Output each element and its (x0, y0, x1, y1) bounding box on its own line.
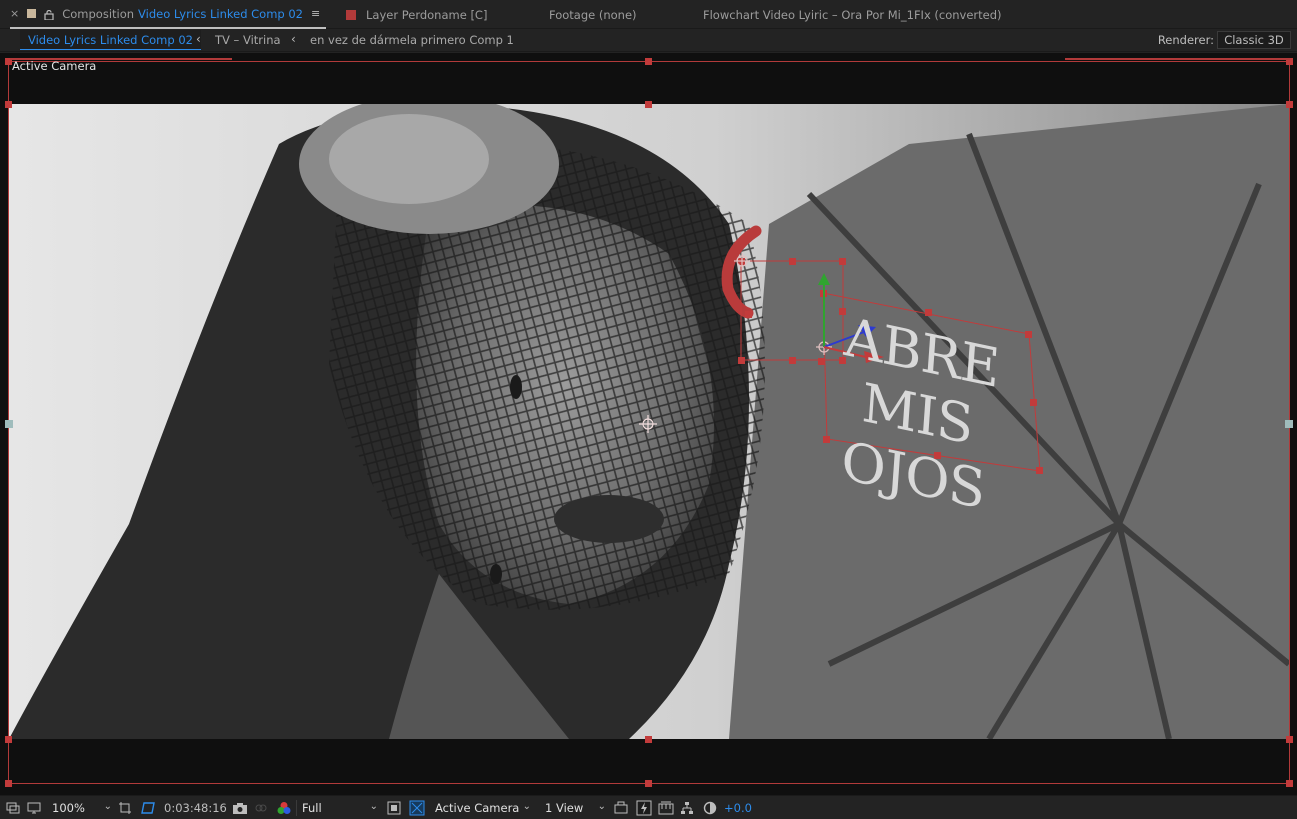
camera-view-value: Active Camera (435, 801, 520, 815)
breadcrumb-item[interactable]: en vez de dármela primero Comp 1 (310, 30, 514, 50)
shape-layer[interactable] (721, 225, 762, 319)
chevron-down-icon: ⌄ (369, 801, 378, 812)
camera-view-dropdown[interactable]: Active Camera ⌄ (431, 799, 533, 817)
resolution-value: Full (302, 801, 322, 815)
breadcrumb-item[interactable]: TV – Vitrina (215, 30, 281, 50)
always-preview-icon[interactable] (6, 798, 20, 818)
tab-composition-name: Video Lyrics Linked Comp 02 (138, 6, 303, 21)
tab-layer-label: Layer Perdoname [C] (366, 7, 488, 22)
tab-flowchart-label: Flowchart Video Lyiric – Ora Por Mi_1FIx… (703, 7, 1002, 22)
toolbar-divider (296, 800, 297, 816)
tab-footage-label: Footage (none) (549, 7, 637, 22)
view-layout-dropdown[interactable]: 1 View ⌄ (541, 799, 608, 817)
close-tab-icon[interactable]: × (10, 7, 19, 20)
layer-gizmos (10, 58, 1290, 474)
renderer-button[interactable]: Classic 3D (1217, 31, 1291, 49)
exposure-value[interactable]: +0.0 (724, 798, 752, 818)
composition-viewer[interactable]: Active Camera ABRE MIS OJOS (0, 53, 1297, 795)
view-layout-value: 1 View (545, 801, 584, 815)
flowchart-icon[interactable] (680, 798, 694, 818)
chevron-down-icon: ⌄ (522, 801, 531, 812)
breadcrumb-current[interactable]: Video Lyrics Linked Comp 02 (20, 30, 201, 50)
transparency-grid-icon[interactable] (140, 798, 156, 818)
snapshot-camera-icon[interactable] (232, 798, 248, 818)
fast-previews-icon[interactable] (387, 798, 401, 818)
tab-composition[interactable]: × Composition Video Lyrics Linked Comp 0… (10, 0, 327, 29)
toggle-pixel-aspect-icon[interactable] (614, 798, 628, 818)
composition-icon (27, 9, 37, 18)
chevron-down-icon: ⌄ (103, 801, 112, 812)
tab-flowchart[interactable]: Flowchart Video Lyiric – Ora Por Mi_1FIx… (703, 0, 1002, 29)
tab-layer[interactable]: Layer Perdoname [C] (346, 0, 487, 29)
tab-composition-prefix: Composition (62, 6, 135, 21)
y-axis-arrow-icon[interactable] (818, 273, 830, 285)
reset-exposure-icon[interactable] (703, 798, 717, 818)
tab-footage[interactable]: Footage (none) (549, 0, 637, 29)
color-channels-icon[interactable] (276, 798, 292, 818)
lock-icon[interactable] (44, 9, 54, 21)
fast-preview-mode-icon[interactable] (636, 798, 652, 818)
zoom-dropdown[interactable]: 100% ⌄ (48, 799, 114, 817)
zoom-value: 100% (52, 801, 85, 815)
toggle-transparency-grid-icon[interactable] (409, 798, 425, 818)
breadcrumb-arrow-icon: ‹ (291, 32, 296, 46)
panel-menu-icon[interactable]: ≡ (311, 7, 320, 20)
comp-center-crosshair-icon (639, 415, 657, 433)
current-time[interactable]: 0:03:48:16 (164, 798, 227, 818)
breadcrumb-arrow-icon: ‹ (196, 32, 201, 46)
composition-navigator: Video Lyrics Linked Comp 02 ‹ TV – Vitri… (0, 30, 1297, 52)
resolution-dropdown[interactable]: Full ⌄ (298, 799, 380, 817)
viewer-toolbar: 100% ⌄ 0:03:48:16 Full ⌄ Active Camera ⌄… (0, 795, 1297, 819)
layer-color-icon (346, 9, 356, 20)
timeline-icon[interactable] (658, 798, 674, 818)
region-of-interest-icon[interactable] (118, 798, 132, 818)
panel-tab-bar: × Composition Video Lyrics Linked Comp 0… (0, 0, 1297, 29)
chevron-down-icon: ⌄ (597, 801, 606, 812)
show-snapshot-icon[interactable] (254, 798, 268, 818)
renderer-label: Renderer: (1157, 33, 1214, 47)
monitor-icon[interactable] (27, 798, 41, 818)
